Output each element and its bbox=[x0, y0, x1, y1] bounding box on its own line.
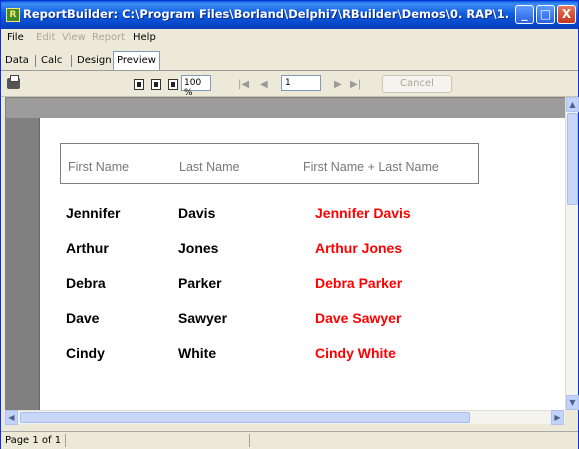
menu-view[interactable]: View bbox=[62, 32, 86, 43]
scroll-up-icon[interactable]: ▲ bbox=[566, 97, 579, 112]
printer-icon[interactable] bbox=[7, 75, 20, 89]
title-bar[interactable]: R ReportBuilder: C:\Program Files\Borlan… bbox=[1, 1, 578, 29]
menu-bar: File Edit View Report Help bbox=[1, 29, 578, 47]
last-name-cell: White bbox=[178, 345, 217, 361]
report-builder-window: R ReportBuilder: C:\Program Files\Borlan… bbox=[0, 0, 579, 449]
column-header-box: First Name Last Name First Name + Last N… bbox=[60, 143, 479, 184]
full-name-cell: Cindy White bbox=[315, 345, 396, 361]
tab-calc[interactable]: Calc bbox=[41, 55, 62, 66]
maximize-button[interactable]: □ bbox=[536, 5, 555, 24]
last-name-cell: Davis bbox=[178, 205, 216, 221]
full-name-cell: Jennifer Davis bbox=[315, 205, 411, 221]
reportbuilder-icon[interactable]: R bbox=[6, 8, 20, 22]
vertical-scroll-thumb[interactable] bbox=[567, 113, 578, 205]
page-number-input[interactable]: 1 bbox=[281, 75, 321, 91]
tab-separator bbox=[71, 55, 72, 67]
preview-viewport[interactable]: First Name Last Name First Name + Last N… bbox=[5, 97, 565, 410]
scroll-down-icon[interactable]: ▼ bbox=[566, 395, 579, 410]
scrollbar-corner bbox=[565, 410, 578, 424]
full-name-cell: Arthur Jones bbox=[315, 240, 403, 256]
status-bar: Page 1 of 1 bbox=[1, 431, 578, 449]
last-page-button[interactable]: ▶| bbox=[350, 79, 361, 90]
status-separator bbox=[65, 434, 66, 447]
horizontal-scrollbar[interactable]: ◀ ▶ bbox=[5, 410, 565, 425]
tab-design[interactable]: Design bbox=[77, 55, 112, 66]
prev-page-button[interactable]: ◀ bbox=[260, 79, 268, 90]
page-width-icon[interactable] bbox=[151, 79, 161, 90]
horizontal-scroll-thumb[interactable] bbox=[20, 412, 470, 423]
scroll-right-icon[interactable]: ▶ bbox=[551, 410, 564, 425]
minimize-button[interactable]: _ bbox=[515, 5, 534, 24]
first-name-cell: Jennifer bbox=[66, 205, 121, 221]
tab-preview[interactable]: Preview bbox=[113, 51, 160, 70]
first-page-button[interactable]: |◀ bbox=[238, 79, 249, 90]
hundred-percent-icon[interactable] bbox=[168, 79, 178, 90]
last-name-cell: Sawyer bbox=[178, 310, 228, 326]
vertical-scrollbar[interactable]: ▲ ▼ bbox=[565, 97, 579, 410]
tab-separator bbox=[35, 55, 36, 67]
menu-edit[interactable]: Edit bbox=[36, 32, 55, 43]
report-page: First Name Last Name First Name + Last N… bbox=[40, 118, 565, 410]
next-page-button[interactable]: ▶ bbox=[334, 79, 342, 90]
cancel-button[interactable]: Cancel bbox=[382, 75, 452, 93]
last-name-cell: Parker bbox=[178, 275, 222, 291]
menu-help[interactable]: Help bbox=[133, 32, 156, 43]
first-name-cell: Dave bbox=[66, 310, 100, 326]
zoom-input[interactable]: 100 % bbox=[181, 75, 211, 98]
last-name-cell: Jones bbox=[178, 240, 219, 256]
full-name-cell: Dave Sawyer bbox=[315, 310, 402, 326]
close-button[interactable]: X bbox=[557, 5, 576, 24]
header-full-name: First Name + Last Name bbox=[303, 160, 439, 174]
page-status: Page 1 of 1 bbox=[5, 435, 62, 446]
first-name-cell: Debra bbox=[66, 275, 106, 291]
header-first-name: First Name bbox=[68, 160, 130, 174]
full-name-cell: Debra Parker bbox=[315, 275, 403, 291]
whole-page-icon[interactable] bbox=[134, 79, 144, 90]
preview-top-margin bbox=[6, 98, 565, 118]
scroll-left-icon[interactable]: ◀ bbox=[5, 410, 18, 425]
preview-toolbar: 100 % |◀ ◀ 1 ▶ ▶| Cancel bbox=[1, 71, 578, 98]
tab-bar: Data Calc Design Preview bbox=[1, 47, 578, 71]
tab-data[interactable]: Data bbox=[5, 55, 29, 66]
first-name-cell: Arthur bbox=[66, 240, 109, 256]
status-separator bbox=[249, 434, 250, 447]
menu-file[interactable]: File bbox=[7, 32, 24, 43]
window-title: ReportBuilder: C:\Program Files\Borland\… bbox=[23, 7, 511, 21]
header-last-name: Last Name bbox=[179, 160, 240, 174]
first-name-cell: Cindy bbox=[66, 345, 105, 361]
menu-report[interactable]: Report bbox=[92, 32, 125, 43]
